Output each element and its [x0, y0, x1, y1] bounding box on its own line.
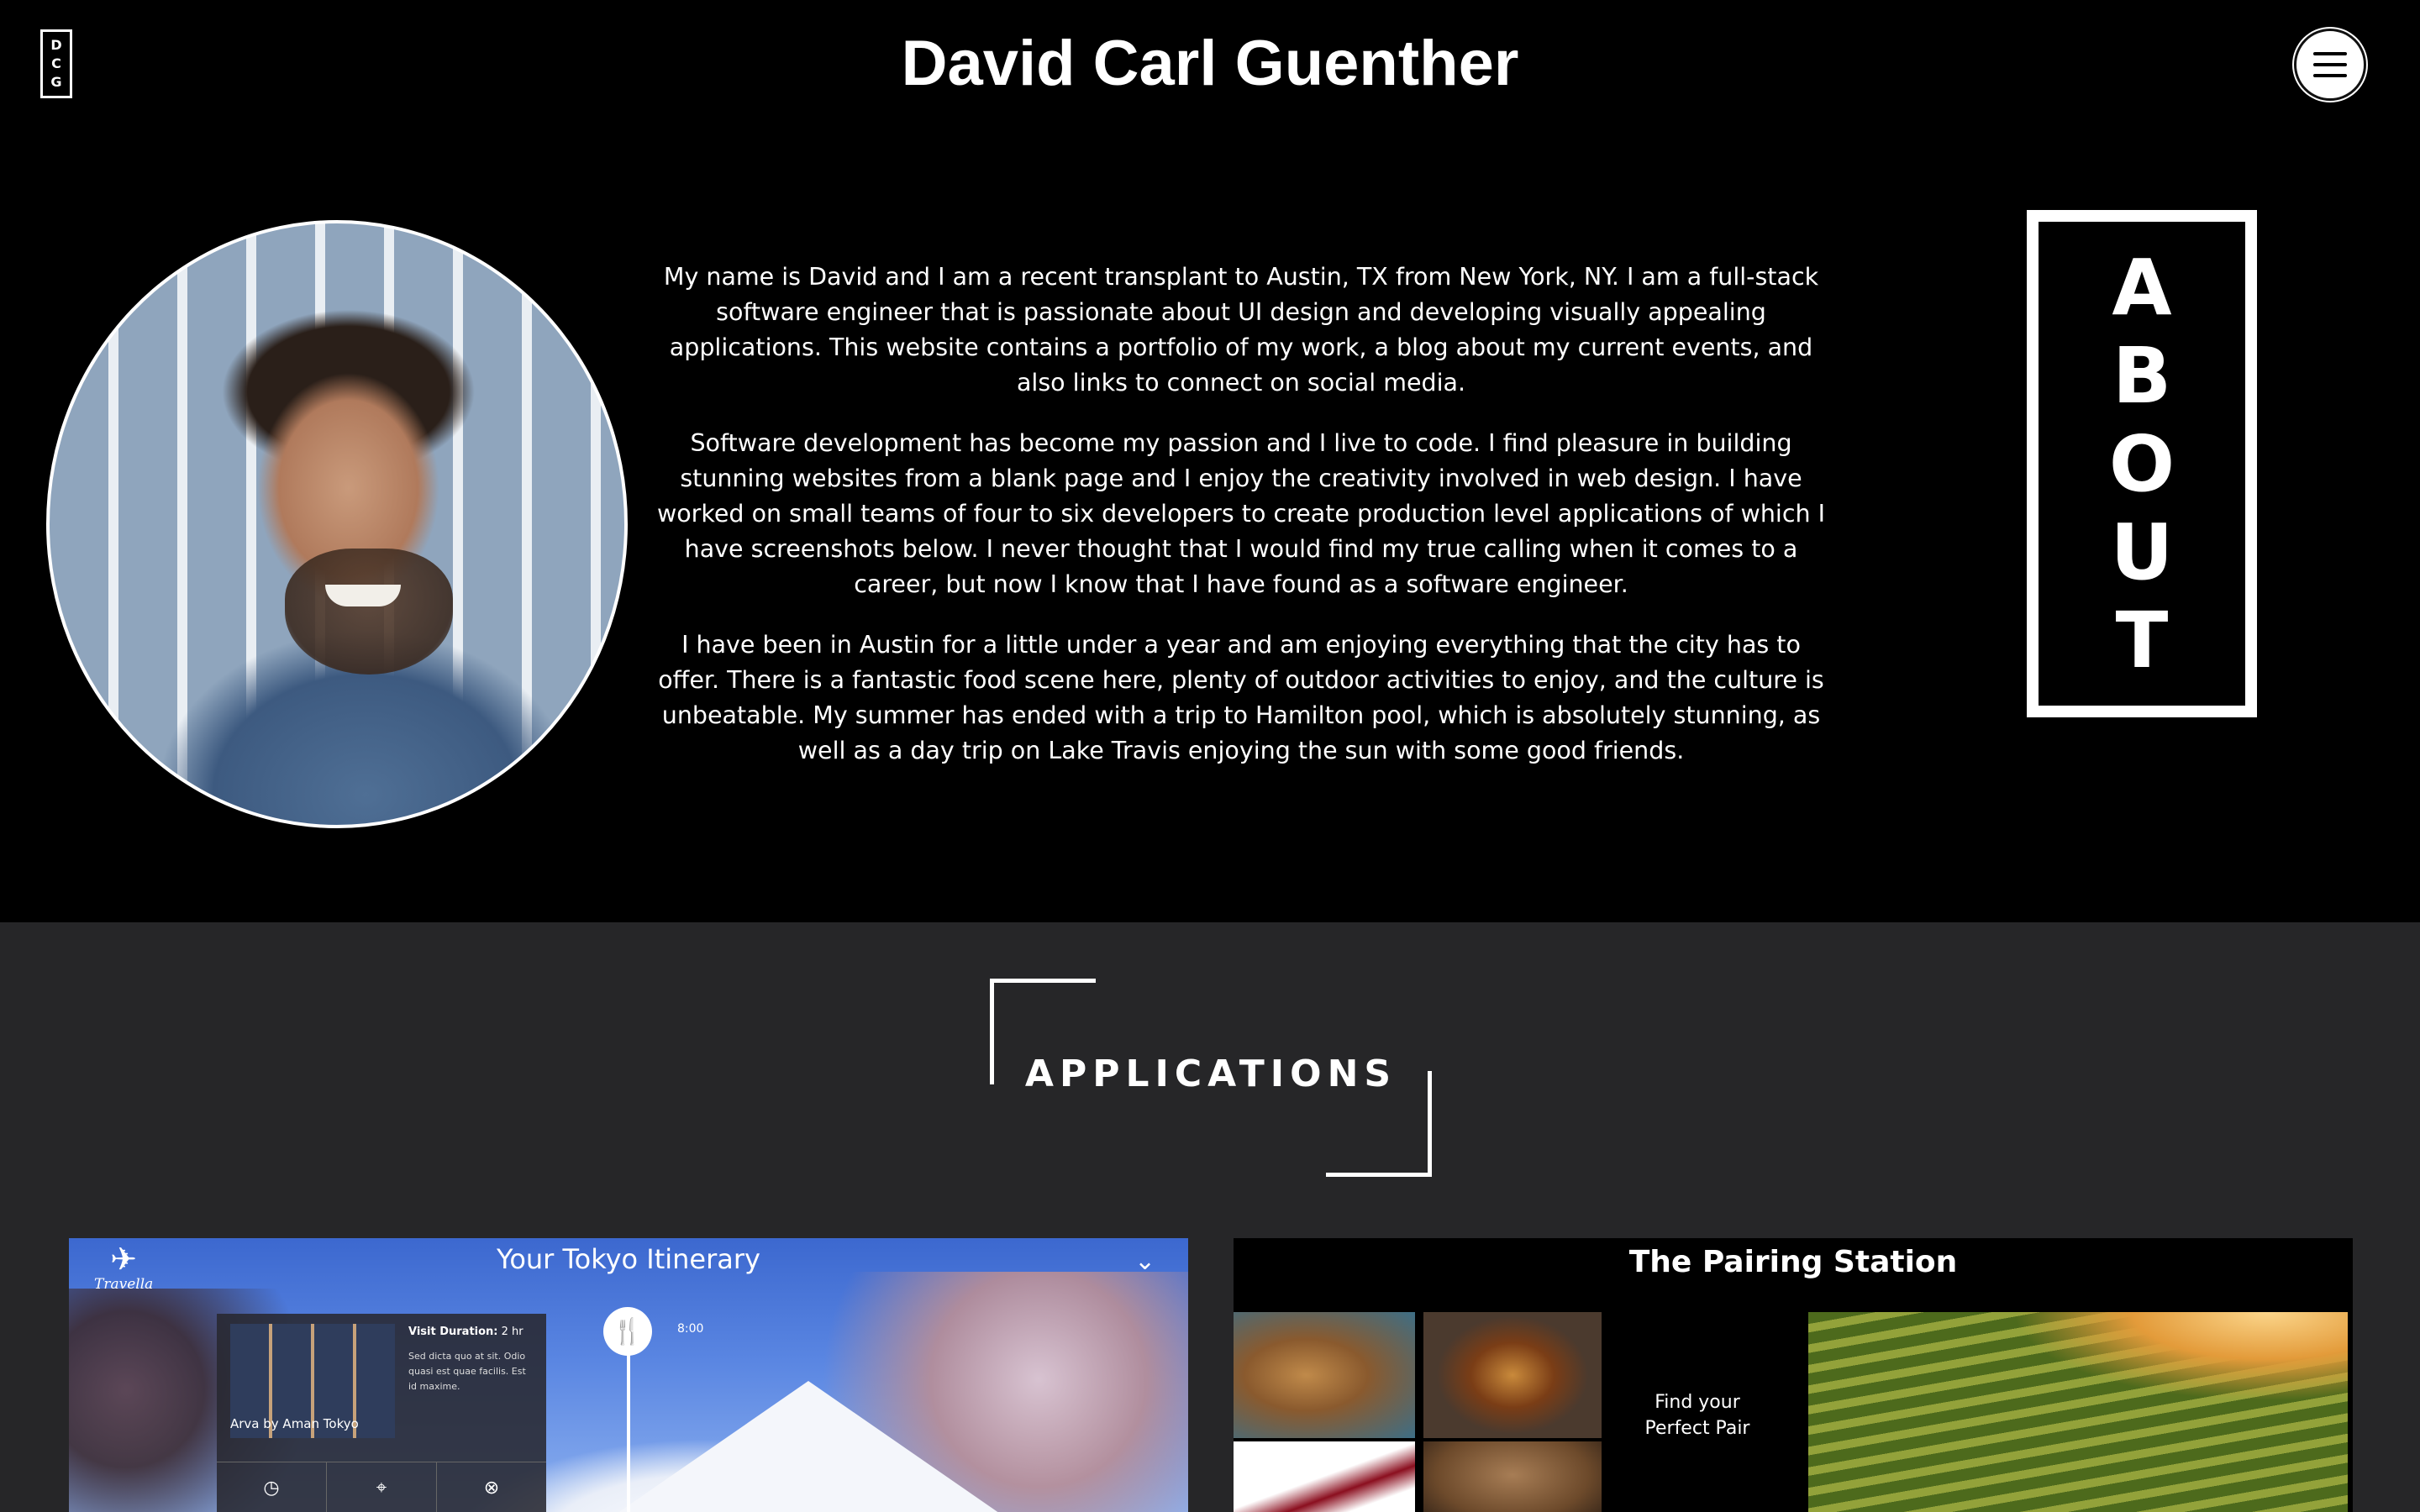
about-paragraph: I have been in Austin for a little under… [658, 631, 1824, 764]
itinerary-title: Your Tokyo Itinerary [497, 1243, 760, 1275]
dish-photo [1423, 1441, 1602, 1512]
find-pair-text: Find your Perfect Pair [1644, 1392, 1750, 1439]
chevron-down-icon[interactable]: ⌄ [1134, 1247, 1155, 1276]
timeline-time: 8:00 [677, 1322, 704, 1336]
applications-heading: APPLICATIONS [990, 979, 1432, 1177]
timeline-line [627, 1331, 630, 1512]
duration-label: Visit Duration: [408, 1326, 498, 1338]
about-paragraph: Software development has become my passi… [656, 429, 1826, 598]
clock-icon[interactable]: ◷ [217, 1462, 327, 1512]
applications-title: APPLICATIONS [1024, 1053, 1397, 1095]
about-badge-letter: O [2108, 418, 2175, 509]
place-description: Sed dicta quo at sit. Odio quasi est qua… [408, 1351, 526, 1392]
wine-photo [1234, 1441, 1415, 1512]
tokyo-itinerary-card[interactable]: ✈ Travella Your Tokyo Itinerary ⌄ 🍴 8:00… [69, 1238, 1188, 1512]
site-title: David Carl Guenther [901, 28, 1519, 99]
place-name: Arva by Aman Tokyo [230, 1416, 359, 1431]
burger-photo [1423, 1312, 1602, 1438]
vineyard-photo [1808, 1312, 2348, 1512]
popup-actions: ◷ ⌖ ⊗ [217, 1462, 546, 1512]
mount-fuji [590, 1381, 1027, 1512]
about-badge: A B O U T [2027, 210, 2257, 717]
profile-photo-detail [285, 548, 454, 675]
visit-duration: Visit Duration: 2 hr [408, 1326, 523, 1338]
about-paragraph: My name is David and I am a recent trans… [663, 263, 1819, 396]
about-badge-letter: B [2112, 330, 2172, 421]
duration-value: 2 hr [501, 1326, 523, 1338]
about-section: My name is David and I am a recent trans… [0, 129, 2420, 922]
applications-section: APPLICATIONS ✈ Travella Your Tokyo Itine… [0, 922, 2420, 1512]
pairing-station-title: The Pairing Station [1628, 1245, 1958, 1279]
profile-photo-detail [325, 584, 402, 606]
pairing-station-card[interactable]: The Pairing Station Find your Perfect Pa… [1234, 1238, 2353, 1512]
about-badge-letter: U [2110, 507, 2174, 597]
fork-knife-icon[interactable]: 🍴 [603, 1307, 652, 1356]
menu-button[interactable] [2294, 29, 2366, 101]
profile-photo [46, 220, 628, 828]
about-badge-letter: A [2112, 242, 2172, 333]
hamburger-menu-icon-bar [2313, 63, 2347, 66]
hamburger-menu-icon-bar [2313, 74, 2347, 77]
hamburger-menu-icon [2313, 52, 2347, 55]
close-icon[interactable]: ⊗ [437, 1462, 546, 1512]
itinerary-popup: Arva by Aman Tokyo Visit Duration: 2 hr … [217, 1314, 546, 1512]
site-header: D C G David Carl Guenther [0, 0, 2420, 129]
about-badge-letter: T [2115, 595, 2169, 685]
about-text: My name is David and I am a recent trans… [649, 260, 1833, 794]
location-pin-icon[interactable]: ⌖ [327, 1462, 437, 1512]
travella-brand: Travella [94, 1276, 154, 1293]
tacos-photo [1234, 1312, 1415, 1438]
